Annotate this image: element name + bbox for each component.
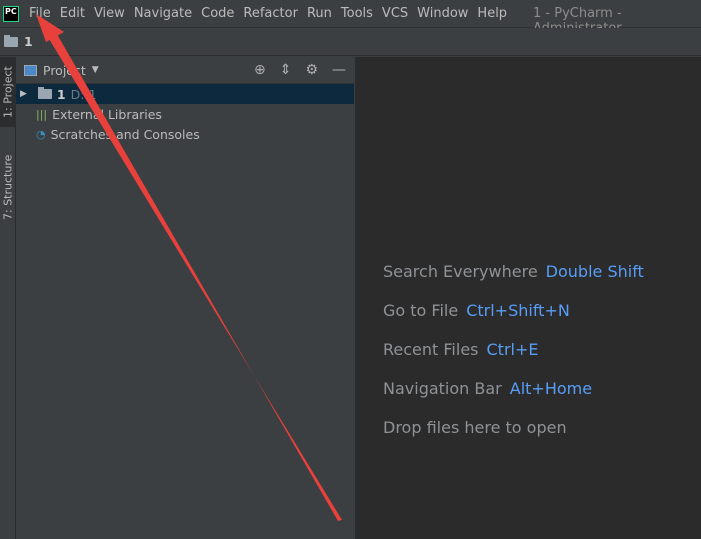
tool-window-stripe: 1: Project 7: Structure [0, 57, 16, 539]
menu-refactor[interactable]: Refactor [243, 6, 298, 21]
minimize-icon[interactable]: — [332, 62, 346, 78]
folder-icon [37, 87, 52, 99]
tab-structure[interactable]: 7: Structure [0, 147, 16, 227]
pycharm-logo: PC [3, 5, 19, 22]
project-panel-header: Project ▼ ⊕ ⇕ ⚙ — [16, 57, 354, 84]
tree-item-project-root[interactable]: ▶ 1 D:\1 [16, 84, 354, 104]
tab-project[interactable]: 1: Project [0, 57, 16, 127]
chevron-down-icon[interactable]: ▼ [92, 65, 99, 75]
breadcrumb-project[interactable]: 1 [24, 34, 33, 49]
menu-help[interactable]: Help [477, 6, 507, 21]
menu-code[interactable]: Code [201, 6, 234, 21]
hint-search-everywhere: Search Everywhere Double Shift [383, 262, 644, 281]
menu-vcs[interactable]: VCS [382, 6, 408, 21]
editor-empty-state: Search Everywhere Double Shift Go to File… [355, 57, 701, 539]
gear-icon[interactable]: ⚙ [305, 62, 318, 78]
hint-navigation-bar: Navigation Bar Alt+Home [383, 379, 593, 398]
project-view-icon [24, 64, 37, 76]
hint-go-to-file: Go to File Ctrl+Shift+N [383, 301, 570, 320]
menu-window[interactable]: Window [417, 6, 468, 21]
libraries-icon: ||| [36, 107, 48, 121]
tree-item-scratches[interactable]: ◔ Scratches and Consoles [16, 124, 354, 144]
menu-view[interactable]: View [94, 6, 125, 21]
menu-bar: PC File Edit View Navigate Code Refactor… [0, 0, 701, 36]
project-view-selector[interactable]: Project [43, 63, 86, 78]
folder-icon [4, 34, 18, 47]
expand-arrow-icon[interactable]: ▶ [20, 89, 27, 99]
scratches-icon: ◔ [36, 127, 46, 141]
menu-edit[interactable]: Edit [60, 6, 85, 21]
locate-icon[interactable]: ⊕ [254, 62, 266, 78]
tree-item-external-libraries[interactable]: ||| External Libraries [16, 104, 354, 124]
navigation-bar: 1 [0, 28, 701, 56]
hint-drop-files: Drop files here to open [383, 418, 567, 437]
project-panel: Project ▼ ⊕ ⇕ ⚙ — ▶ 1 D:\1 ||| External … [16, 57, 354, 539]
menu-tools[interactable]: Tools [341, 6, 373, 21]
hint-recent-files: Recent Files Ctrl+E [383, 340, 539, 359]
menu-run[interactable]: Run [307, 6, 332, 21]
menu-file[interactable]: File [29, 6, 51, 21]
menu-navigate[interactable]: Navigate [134, 6, 192, 21]
collapse-all-icon[interactable]: ⇕ [280, 62, 292, 78]
